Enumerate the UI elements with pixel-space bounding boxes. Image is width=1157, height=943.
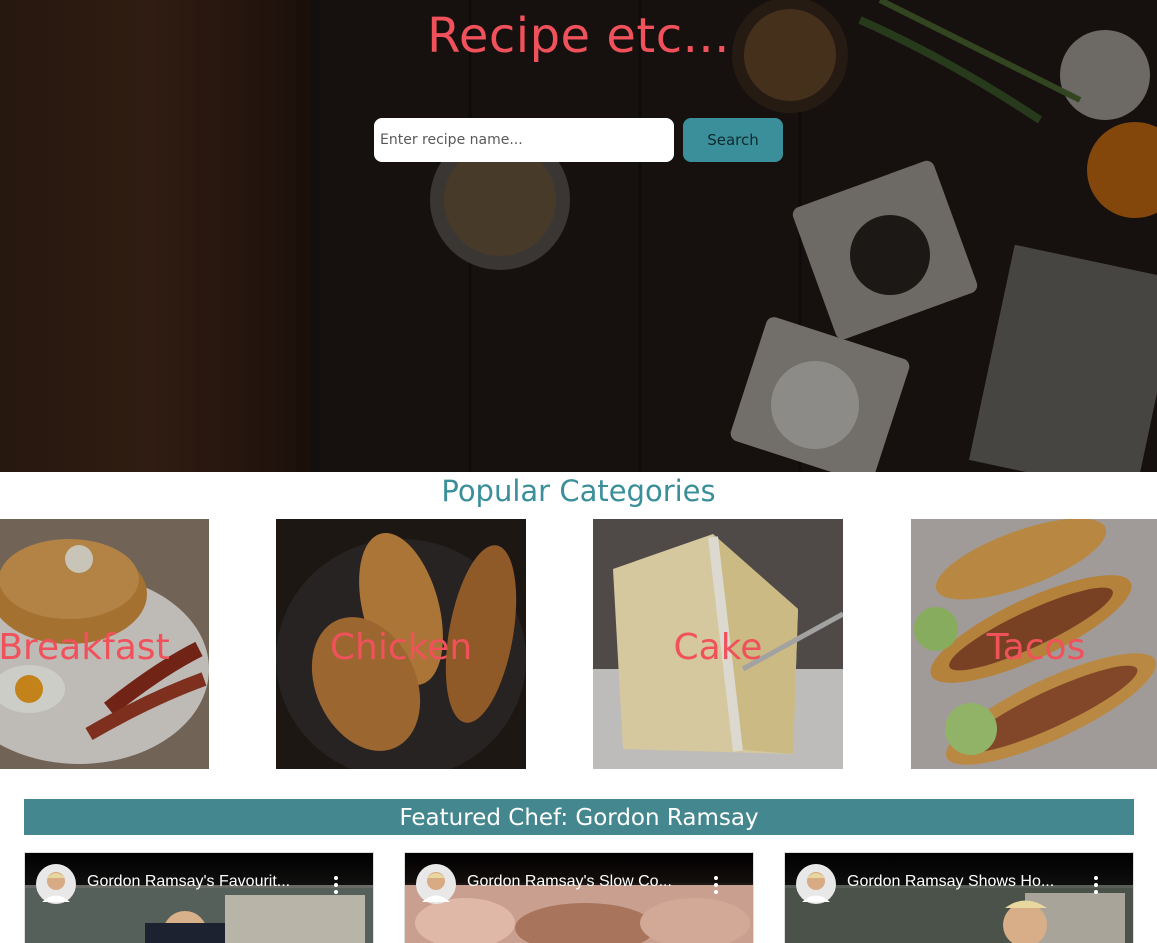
category-label-breakfast: Breakfast xyxy=(0,627,170,668)
category-label-cake: Cake xyxy=(673,627,763,668)
category-card-cake[interactable]: Cake xyxy=(593,519,843,769)
video-card[interactable]: Gordon Ramsay's Favourit... xyxy=(24,852,374,943)
featured-chef-banner: Featured Chef: Gordon Ramsay xyxy=(24,799,1134,835)
more-vert-icon[interactable] xyxy=(1091,875,1101,895)
video-card[interactable]: Gordon Ramsay's Slow Co... xyxy=(404,852,754,943)
video-title[interactable]: Gordon Ramsay's Favourit... xyxy=(87,873,312,891)
hero-background-image xyxy=(0,0,1157,472)
chef-avatar-icon[interactable] xyxy=(36,864,76,904)
category-card-chicken[interactable]: Chicken xyxy=(276,519,526,769)
search-button[interactable]: Search xyxy=(683,118,783,162)
more-vert-icon[interactable] xyxy=(711,875,721,895)
popular-categories-heading: Popular Categories xyxy=(441,474,716,508)
video-title[interactable]: Gordon Ramsay Shows Ho... xyxy=(847,873,1072,891)
video-title[interactable]: Gordon Ramsay's Slow Co... xyxy=(467,873,692,891)
chef-avatar-icon[interactable] xyxy=(796,864,836,904)
more-vert-icon[interactable] xyxy=(331,875,341,895)
video-card[interactable]: Gordon Ramsay Shows Ho... xyxy=(784,852,1134,943)
site-title: Recipe etc... xyxy=(427,8,730,64)
category-card-breakfast[interactable]: Breakfast xyxy=(0,519,209,769)
search-input[interactable] xyxy=(374,118,674,162)
category-label-chicken: Chicken xyxy=(329,627,473,668)
category-card-tacos[interactable]: Tacos xyxy=(911,519,1157,769)
hero-section: Recipe etc... Search xyxy=(0,0,1157,472)
category-label-tacos: Tacos xyxy=(986,627,1086,668)
chef-avatar-icon[interactable] xyxy=(416,864,456,904)
